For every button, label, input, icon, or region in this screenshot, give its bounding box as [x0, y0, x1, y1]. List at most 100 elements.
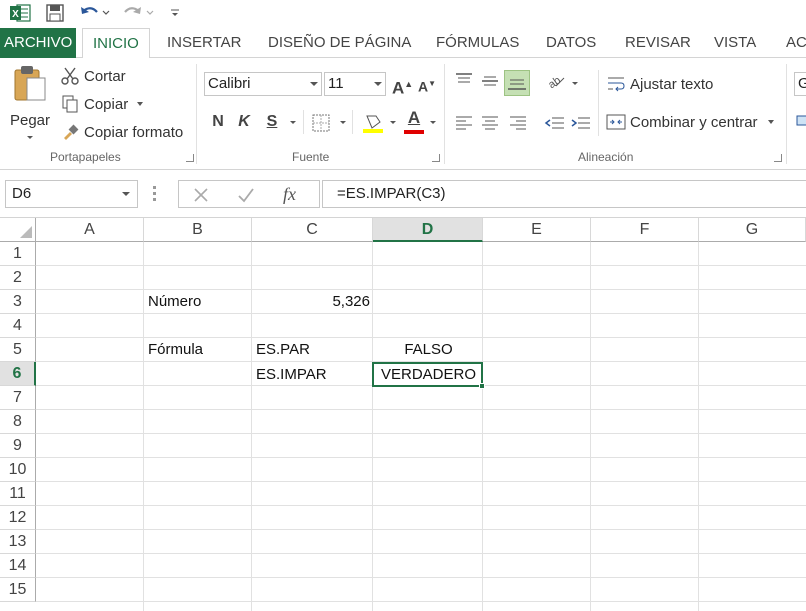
shrink-font-button[interactable]: A▼: [418, 72, 436, 96]
row-header-14[interactable]: 14: [0, 554, 36, 578]
orientation-dropdown-arrow[interactable]: [572, 82, 578, 85]
select-all-button[interactable]: [0, 218, 36, 242]
tab-view[interactable]: VISTA: [704, 28, 766, 58]
align-right-icon[interactable]: [508, 114, 528, 137]
underline-button[interactable]: S: [262, 110, 282, 134]
row-header-4[interactable]: 4: [0, 314, 36, 338]
cell-C3[interactable]: 5,326: [252, 290, 372, 314]
font-name-select[interactable]: Calibri: [204, 72, 322, 96]
fill-color-dropdown-arrow[interactable]: [390, 121, 396, 124]
shrink-font-glyph: A: [418, 78, 429, 95]
cell-B5[interactable]: Fórmula: [148, 338, 203, 362]
row-header-10[interactable]: 10: [0, 458, 36, 482]
fill-color-icon[interactable]: [362, 112, 386, 139]
font-color-button[interactable]: A: [402, 108, 426, 134]
align-bottom-icon[interactable]: [504, 70, 530, 96]
tab-review[interactable]: REVISAR: [615, 28, 701, 58]
row-gridline: [36, 457, 806, 458]
column-header-B[interactable]: B: [144, 218, 252, 242]
wrap-text-icon: [606, 74, 626, 94]
decrease-indent-icon[interactable]: [544, 114, 566, 137]
tab-formulas[interactable]: FÓRMULAS: [426, 28, 529, 58]
merge-center-label: Combinar y centrar: [630, 113, 758, 131]
tab-insert[interactable]: INSERTAR: [157, 28, 251, 58]
paste-button[interactable]: Pegar: [6, 64, 54, 144]
column-header-D[interactable]: D: [373, 218, 483, 242]
column-header-G[interactable]: G: [699, 218, 806, 242]
row-header-12[interactable]: 12: [0, 506, 36, 530]
format-painter-button[interactable]: Copiar formato: [60, 122, 183, 142]
formula-buttons: fx: [178, 180, 320, 208]
formula-bar-grip[interactable]: [153, 186, 157, 202]
clipboard-dialog-launcher[interactable]: [186, 154, 194, 162]
cut-button[interactable]: Cortar: [60, 66, 126, 86]
spreadsheet-grid: ABCDEFG 1 2 3 4 5 6 7 8 9 10 11 12 13 14 15 Número 5,3…: [0, 218, 806, 611]
undo-icon[interactable]: [78, 3, 112, 23]
alignment-dialog-launcher[interactable]: [774, 154, 782, 162]
row-header-15[interactable]: 15: [0, 578, 36, 602]
save-icon[interactable]: [44, 3, 66, 23]
align-middle-icon[interactable]: [480, 72, 500, 95]
copy-dropdown-arrow[interactable]: [137, 102, 144, 106]
customize-qat-icon[interactable]: [168, 3, 182, 23]
tab-page-layout[interactable]: DISEÑO DE PÁGINA: [258, 28, 421, 58]
align-center-icon[interactable]: [480, 114, 500, 137]
cell-D6[interactable]: VERDADERO: [374, 363, 483, 387]
row-gridline: [36, 481, 806, 482]
merge-center-dropdown-arrow[interactable]: [767, 120, 774, 124]
group-divider: [444, 64, 445, 164]
currency-format-icon[interactable]: [796, 112, 806, 130]
italic-button[interactable]: K: [234, 110, 254, 134]
row-header-1[interactable]: 1: [0, 242, 36, 266]
align-top-icon[interactable]: [454, 72, 474, 95]
redo-icon[interactable]: [122, 3, 156, 23]
row-header-7[interactable]: 7: [0, 386, 36, 410]
tab-home[interactable]: INICIO: [82, 28, 150, 59]
merge-center-button[interactable]: Combinar y centrar: [606, 112, 774, 132]
cell-C5[interactable]: ES.PAR: [256, 338, 310, 362]
font-size-select[interactable]: 11: [324, 72, 386, 96]
cell-D5[interactable]: FALSO: [374, 338, 483, 362]
bold-button[interactable]: N: [208, 110, 228, 134]
row-header-9[interactable]: 9: [0, 434, 36, 458]
column-gridline: [590, 242, 591, 611]
wrap-text-label: Ajustar texto: [630, 75, 714, 93]
row-header-11[interactable]: 11: [0, 482, 36, 506]
orientation-icon[interactable]: ab: [546, 72, 568, 95]
underline-dropdown-arrow[interactable]: [290, 121, 296, 124]
copy-button[interactable]: Copiar: [60, 94, 144, 114]
number-format-select[interactable]: G: [794, 72, 806, 96]
row-header-5[interactable]: 5: [0, 338, 36, 362]
column-header-E[interactable]: E: [483, 218, 591, 242]
font-color-dropdown-arrow[interactable]: [430, 121, 436, 124]
cell-B3[interactable]: Número: [148, 290, 201, 314]
row-header-6[interactable]: 6: [0, 362, 36, 386]
excel-logo-letter: X: [12, 9, 19, 20]
column-gridline: [143, 242, 144, 611]
cancel-icon[interactable]: [193, 187, 209, 208]
row-header-13[interactable]: 13: [0, 530, 36, 554]
name-box[interactable]: D6: [5, 180, 138, 208]
formula-input[interactable]: =ES.IMPAR(C3): [322, 180, 806, 208]
increase-indent-icon[interactable]: [570, 114, 592, 137]
borders-icon[interactable]: [312, 114, 332, 137]
column-header-C[interactable]: C: [252, 218, 373, 242]
row-gridline: [36, 577, 806, 578]
grow-font-button[interactable]: A▲: [392, 72, 413, 98]
row-header-2[interactable]: 2: [0, 266, 36, 290]
tab-data[interactable]: DATOS: [536, 28, 606, 58]
tab-more[interactable]: AC: [776, 28, 806, 58]
insert-function-icon[interactable]: fx: [283, 184, 296, 205]
row-header-8[interactable]: 8: [0, 410, 36, 434]
enter-check-icon[interactable]: [237, 187, 255, 208]
column-header-F[interactable]: F: [591, 218, 699, 242]
cell-C6[interactable]: ES.IMPAR: [256, 363, 327, 387]
font-dialog-launcher[interactable]: [432, 154, 440, 162]
scissors-icon: [60, 66, 80, 86]
tab-file[interactable]: ARCHIVO: [0, 28, 76, 58]
row-header-3[interactable]: 3: [0, 290, 36, 314]
align-left-icon[interactable]: [454, 114, 474, 137]
column-header-A[interactable]: A: [36, 218, 144, 242]
borders-dropdown-arrow[interactable]: [340, 121, 346, 124]
wrap-text-button[interactable]: Ajustar texto: [606, 74, 713, 94]
